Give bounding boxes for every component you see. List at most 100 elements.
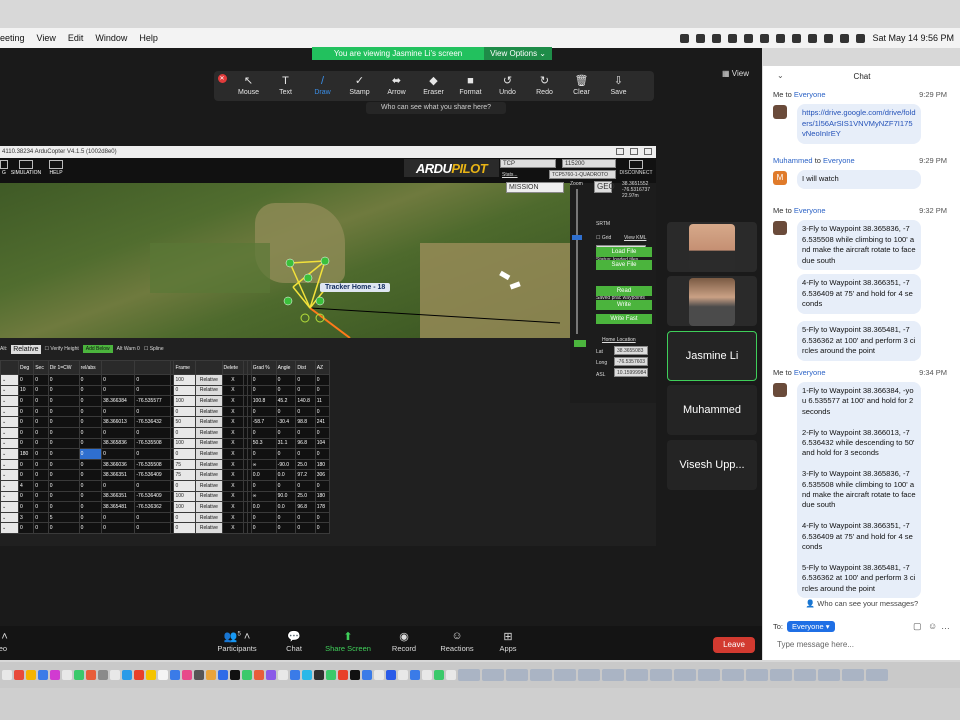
table-cell[interactable]: 0 xyxy=(17,458,35,471)
dock-app-icon[interactable] xyxy=(266,670,276,680)
load-file-button[interactable]: Load File xyxy=(596,247,652,257)
apps-button[interactable]: ⊞ Apps xyxy=(478,630,538,653)
table-cell[interactable]: 0 xyxy=(17,469,35,481)
table-cell[interactable]: 0 xyxy=(47,416,80,428)
table-cell[interactable]: 0 xyxy=(101,384,136,397)
dock-app-icon[interactable] xyxy=(182,670,192,680)
dock-app-icon[interactable] xyxy=(290,670,300,680)
table-cell[interactable]: 0 xyxy=(78,405,103,418)
tool-undo-button[interactable]: ↺ Undo xyxy=(489,71,526,101)
write-fast-button[interactable]: Write Fast xyxy=(596,314,652,324)
table-cell[interactable]: 0 xyxy=(78,437,103,450)
table-cell[interactable]: X xyxy=(221,426,245,439)
table-cell[interactable]: -76.535508 xyxy=(134,437,171,450)
stats-link[interactable]: Stats... xyxy=(502,172,518,178)
dock-app-icon[interactable] xyxy=(194,670,204,680)
command-select[interactable]: ⌄ xyxy=(0,416,19,428)
table-cell[interactable]: 90.0 xyxy=(275,490,297,503)
dock-window-thumbnail[interactable] xyxy=(626,669,648,681)
table-cell[interactable]: 0 xyxy=(47,490,80,503)
table-cell[interactable]: 0.0 xyxy=(275,501,297,513)
table-cell[interactable]: X xyxy=(221,511,245,524)
dock-app-icon[interactable] xyxy=(2,670,12,680)
dock-app-icon[interactable] xyxy=(398,670,408,680)
table-row[interactable]: ⌄ 0 0 0 0 0 0 0 Relative X 0 0 0 0 xyxy=(0,405,331,418)
table-cell[interactable]: 0 xyxy=(78,416,103,428)
table-cell[interactable]: 0 xyxy=(314,479,331,492)
table-cell[interactable]: 0 xyxy=(295,522,316,534)
table-cell[interactable]: 0 xyxy=(33,405,49,418)
table-cell[interactable]: 0 xyxy=(17,395,35,407)
table-cell[interactable]: 0 xyxy=(101,479,136,492)
table-cell[interactable]: Relative xyxy=(195,458,223,471)
table-cell[interactable]: 0 xyxy=(78,490,103,503)
table-cell[interactable]: 25.0 xyxy=(295,490,316,503)
table-row[interactable]: ⌄ 3 0 5 0 0 0 0 Relative X 0 0 0 0 xyxy=(0,511,331,524)
table-cell[interactable]: X xyxy=(221,490,245,503)
table-cell[interactable]: 0 xyxy=(78,374,103,386)
command-select[interactable]: ⌄ xyxy=(0,458,19,471)
table-cell[interactable]: 0 xyxy=(33,501,49,513)
table-cell[interactable]: 0 xyxy=(101,405,136,418)
table-cell[interactable]: 0 xyxy=(173,511,197,524)
connection-type[interactable]: TCP xyxy=(500,159,556,168)
table-cell[interactable]: Relative xyxy=(195,490,223,503)
dock-app-icon[interactable] xyxy=(242,670,252,680)
table-cell[interactable]: 0.0 xyxy=(275,469,297,481)
table-cell[interactable]: 0 xyxy=(78,501,103,513)
table-cell[interactable]: 0 xyxy=(17,437,35,450)
play-icon[interactable] xyxy=(744,33,754,43)
table-cell[interactable]: 38.366036 xyxy=(101,458,136,471)
table-cell[interactable]: X xyxy=(221,479,245,492)
menu-help[interactable]: Help xyxy=(139,33,158,43)
message-link[interactable]: https://drive.google.com/drive/folders/1… xyxy=(797,104,921,144)
command-select[interactable]: ⌄ xyxy=(0,395,19,407)
home-asl-field[interactable]: 10.15999984 xyxy=(614,368,648,377)
table-cell[interactable]: 0 xyxy=(173,522,197,534)
table-cell[interactable]: 0 xyxy=(173,426,197,439)
table-cell[interactable]: 0 xyxy=(295,426,316,439)
table-cell[interactable]: -76.536409 xyxy=(134,469,171,481)
table-row[interactable]: ⌄ 180 0 0 0 0 0 0 Relative X 0 0 0 0 xyxy=(0,448,331,460)
table-row[interactable]: ⌄ 0 0 0 0 0 0 0 Relative X 0 0 0 0 xyxy=(0,522,331,534)
dock-window-thumbnail[interactable] xyxy=(458,669,480,681)
table-cell[interactable]: X xyxy=(221,374,245,386)
table-cell[interactable]: 0 xyxy=(78,395,103,407)
table-cell[interactable]: 0 xyxy=(295,448,316,460)
volume-icon[interactable] xyxy=(760,33,770,43)
table-cell[interactable]: 0 xyxy=(33,437,49,450)
table-cell[interactable]: 0 xyxy=(17,490,35,503)
dock-app-icon[interactable] xyxy=(302,670,312,680)
table-cell[interactable]: X xyxy=(221,522,245,534)
table-cell[interactable]: 100 xyxy=(173,395,197,407)
table-cell[interactable]: 0 xyxy=(47,384,80,397)
table-cell[interactable]: 100 xyxy=(173,374,197,386)
table-cell[interactable]: 0 xyxy=(250,479,277,492)
table-cell[interactable]: 0 xyxy=(314,374,331,386)
table-cell[interactable]: 0 xyxy=(250,384,277,397)
dock-window-thumbnail[interactable] xyxy=(746,669,768,681)
mic-icon[interactable] xyxy=(712,33,722,43)
table-cell[interactable]: 38.365836 xyxy=(101,437,136,450)
dock-window-thumbnail[interactable] xyxy=(674,669,696,681)
dock-app-icon[interactable] xyxy=(62,670,72,680)
table-cell[interactable]: 0 xyxy=(250,448,277,460)
menu-edit[interactable]: Edit xyxy=(68,33,84,43)
command-select[interactable]: ⌄ xyxy=(0,522,19,534)
table-cell[interactable]: Relative xyxy=(195,416,223,428)
dock-app-icon[interactable] xyxy=(218,670,228,680)
dock-window-thumbnail[interactable] xyxy=(770,669,792,681)
table-cell[interactable]: 0 xyxy=(33,511,49,524)
table-cell[interactable]: 100.8 xyxy=(250,395,277,407)
table-cell[interactable]: 0.0 xyxy=(250,501,277,513)
dock-window-thumbnail[interactable] xyxy=(554,669,576,681)
more-icon[interactable]: … xyxy=(941,621,950,631)
table-cell[interactable]: 96.8 xyxy=(295,501,316,513)
home-lat-field[interactable]: 38.3655083 xyxy=(614,346,648,355)
table-cell[interactable]: 0 xyxy=(314,511,331,524)
table-cell[interactable]: 140.8 xyxy=(295,395,316,407)
table-cell[interactable]: 241 xyxy=(314,416,331,428)
table-cell[interactable]: 0 xyxy=(47,522,80,534)
zoom-icon[interactable] xyxy=(680,33,690,43)
dock-app-icon[interactable] xyxy=(434,670,444,680)
